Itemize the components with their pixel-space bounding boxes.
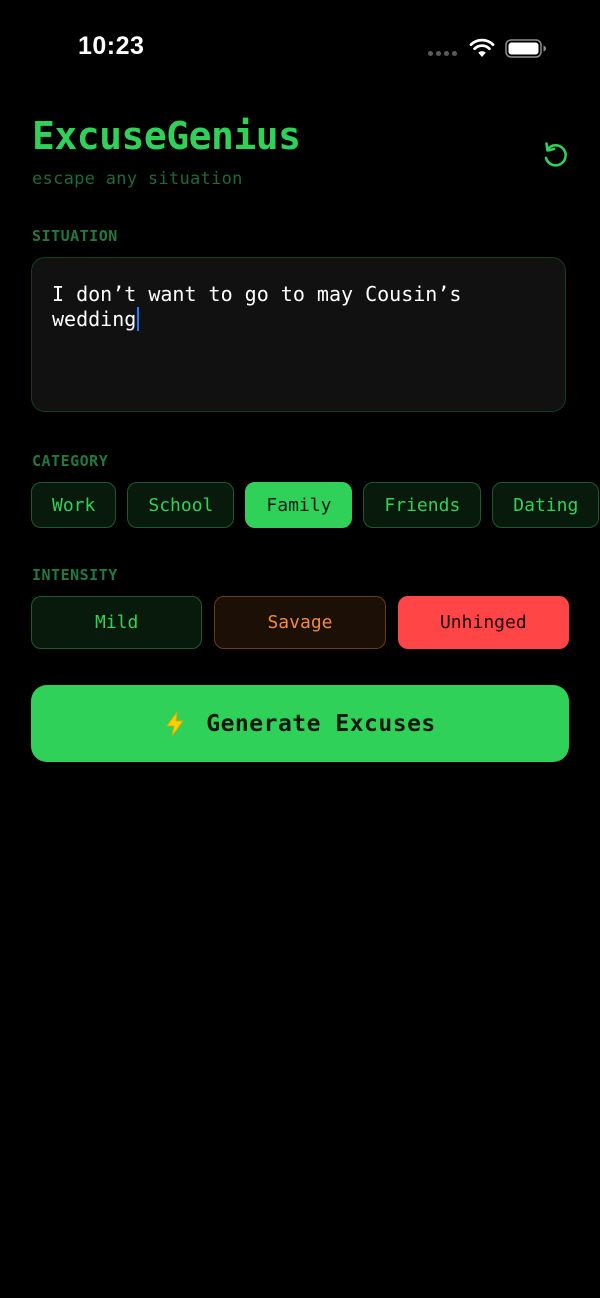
category-chip-friends[interactable]: Friends [363,482,482,528]
situation-input[interactable]: I don’t want to go to may Cousin’s weddi… [31,257,566,412]
app-subtitle: escape any situation [32,169,243,189]
status-time: 10:23 [78,32,145,60]
status-bar: 10:23 [0,0,600,100]
intensity-savage-button[interactable]: Savage [214,596,386,649]
cellular-signal-icon [428,51,457,56]
text-caret [137,307,140,331]
situation-text: I don’t want to go to may Cousin’s weddi… [52,282,462,331]
intensity-mild-button[interactable]: Mild [31,596,203,649]
category-chip-dating[interactable]: Dating [492,482,600,528]
intensity-label: INTENSITY [32,566,118,584]
generate-excuses-button[interactable]: Generate Excuses [31,685,569,762]
intensity-selector: Mild Savage Unhinged [31,596,569,650]
category-chip-row[interactable]: Work School Family Friends Dating [31,482,600,530]
app-title: ExcuseGenius [32,114,301,158]
generate-button-label: Generate Excuses [206,710,436,737]
situation-label: SITUATION [32,227,118,245]
category-label: CATEGORY [32,452,109,470]
refresh-icon [544,142,567,167]
category-chip-family[interactable]: Family [245,482,353,528]
category-chip-school[interactable]: School [127,482,235,528]
lightning-icon [166,711,184,736]
category-chip-work[interactable]: Work [31,482,117,528]
intensity-unhinged-button[interactable]: Unhinged [397,596,569,649]
wifi-icon [469,38,495,57]
reset-button[interactable] [538,138,572,172]
battery-icon [505,39,546,58]
